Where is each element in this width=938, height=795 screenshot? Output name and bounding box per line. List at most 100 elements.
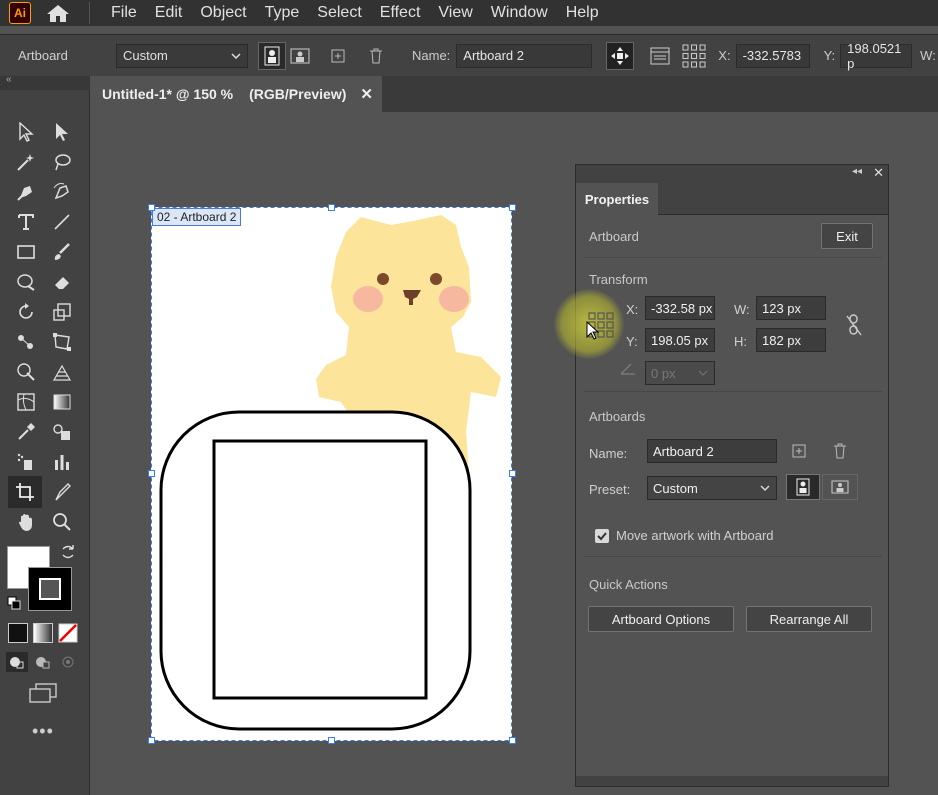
menu-effect[interactable]: Effect	[371, 4, 430, 22]
artboard-label[interactable]: 02 - Artboard 2	[152, 208, 242, 226]
resize-handle-tl[interactable]	[148, 204, 155, 211]
document-tab[interactable]: Untitled-1* @ 150 % (RGB/Preview) ✕	[90, 76, 382, 112]
control-x-field[interactable]: -332.5783	[735, 43, 810, 68]
zoom-tool[interactable]	[48, 508, 76, 536]
control-tool-label: Artboard	[18, 48, 68, 63]
stroke-inner-icon	[39, 578, 61, 600]
artboard-options-button[interactable]: Artboard Options	[588, 606, 734, 632]
gradient-mode-button[interactable]	[33, 623, 53, 643]
resize-handle-tr[interactable]	[509, 204, 516, 211]
type-tool[interactable]	[12, 208, 40, 236]
preset-dropdown-panel[interactable]: Custom	[647, 476, 777, 500]
shaper-tool[interactable]	[12, 268, 40, 296]
draw-inside-icon[interactable]	[58, 652, 80, 672]
transform-w-field[interactable]: 123 px	[756, 296, 826, 320]
puppet-warp-tool[interactable]	[12, 328, 40, 356]
control-y-field[interactable]: 198.0521 p	[840, 41, 913, 71]
new-artboard-button[interactable]	[324, 42, 352, 70]
rotate-tool[interactable]	[12, 298, 40, 326]
stroke-swatch[interactable]	[28, 567, 72, 611]
menu-help[interactable]: Help	[557, 4, 608, 22]
move-artwork-button[interactable]	[606, 41, 635, 70]
exit-button[interactable]: Exit	[821, 223, 873, 249]
delete-artboard-button[interactable]	[362, 42, 390, 70]
menu-object[interactable]: Object	[191, 4, 255, 22]
preset-dropdown[interactable]: Custom	[116, 43, 248, 68]
screen-mode-icon[interactable]	[28, 682, 58, 704]
artboard-options-button[interactable]	[646, 42, 674, 70]
trash-icon[interactable]	[833, 443, 847, 459]
resize-handle-tc[interactable]	[328, 204, 335, 211]
transform-y-field[interactable]: 198.05 px	[645, 328, 715, 352]
column-graph-tool[interactable]	[48, 448, 76, 476]
landscape-button[interactable]	[286, 42, 314, 70]
direct-selection-tool[interactable]	[48, 118, 76, 146]
swap-colors-icon[interactable]	[60, 544, 76, 560]
blend-tool[interactable]	[48, 418, 76, 446]
resize-handle-ml[interactable]	[148, 470, 155, 477]
resize-handle-bc[interactable]	[328, 737, 335, 744]
eraser-tool[interactable]	[48, 268, 76, 296]
slice-tool[interactable]	[48, 478, 76, 506]
free-transform-icon	[53, 333, 71, 351]
control-name-label: Name:	[412, 48, 451, 63]
close-panel-icon[interactable]: ✕	[873, 165, 884, 181]
artboard-name-field[interactable]: Artboard 2	[647, 439, 777, 463]
menu-window[interactable]: Window	[482, 4, 557, 22]
perspective-grid-tool[interactable]	[48, 358, 76, 386]
lasso-tool[interactable]	[48, 148, 76, 176]
rearrange-all-button[interactable]: Rearrange All	[746, 606, 872, 632]
zoom-icon	[53, 513, 71, 531]
default-colors-icon[interactable]	[7, 596, 21, 610]
collapse-panel-icon[interactable]: ◂◂	[852, 166, 862, 177]
control-name-field[interactable]: Artboard 2	[456, 43, 593, 68]
pen-tool[interactable]	[12, 178, 40, 206]
portrait-button[interactable]	[258, 41, 286, 70]
symbol-sprayer-tool[interactable]	[12, 448, 40, 476]
home-icon[interactable]	[45, 2, 71, 24]
divider	[584, 391, 882, 392]
artboard-tool[interactable]	[8, 476, 42, 508]
paintbrush-tool[interactable]	[48, 238, 76, 266]
close-tab-icon[interactable]: ✕	[360, 85, 373, 103]
selection-tool[interactable]	[12, 118, 40, 146]
tools-header: «	[0, 74, 90, 90]
draw-behind-icon[interactable]	[32, 652, 54, 672]
magic-wand-tool[interactable]	[12, 148, 40, 176]
free-transform-tool[interactable]	[48, 328, 76, 356]
constrain-proportions-icon[interactable]	[844, 313, 864, 337]
resize-handle-bl[interactable]	[148, 737, 155, 744]
menu-file[interactable]: File	[102, 4, 146, 22]
resize-handle-mr[interactable]	[509, 470, 516, 477]
mesh-tool[interactable]	[12, 388, 40, 416]
line-tool[interactable]	[48, 208, 76, 236]
reference-point-grid[interactable]	[680, 42, 708, 70]
portrait-orientation-button[interactable]	[786, 474, 820, 500]
rectangle-tool[interactable]	[12, 238, 40, 266]
color-mode-button[interactable]	[8, 623, 28, 643]
transform-h-field[interactable]: 182 px	[756, 328, 826, 352]
more-tools-icon[interactable]: •••	[32, 721, 54, 742]
draw-normal-button[interactable]	[6, 652, 28, 672]
hand-tool[interactable]	[12, 508, 40, 536]
curvature-tool[interactable]	[48, 178, 76, 206]
eyedropper-tool[interactable]	[12, 418, 40, 446]
new-artboard-icon[interactable]	[792, 444, 806, 458]
document-tab-bar: Untitled-1* @ 150 % (RGB/Preview) ✕	[90, 76, 938, 112]
scale-tool[interactable]	[48, 298, 76, 326]
transform-x-field[interactable]: -332.58 px	[645, 296, 715, 320]
shape-builder-tool[interactable]	[12, 358, 40, 386]
document-mode: (RGB/Preview)	[249, 86, 347, 102]
landscape-orientation-button[interactable]	[822, 474, 858, 500]
column-graph-icon	[55, 455, 69, 470]
collapse-icon[interactable]: «	[6, 74, 12, 85]
menu-select[interactable]: Select	[308, 4, 370, 22]
menu-edit[interactable]: Edit	[146, 4, 192, 22]
none-icon[interactable]	[58, 623, 78, 643]
menu-view[interactable]: View	[429, 4, 481, 22]
gradient-tool[interactable]	[48, 388, 76, 416]
resize-handle-br[interactable]	[509, 737, 516, 744]
menu-type[interactable]: Type	[256, 4, 309, 22]
tab-properties[interactable]: Properties	[576, 183, 658, 215]
move-artwork-checkbox[interactable]	[595, 529, 609, 543]
